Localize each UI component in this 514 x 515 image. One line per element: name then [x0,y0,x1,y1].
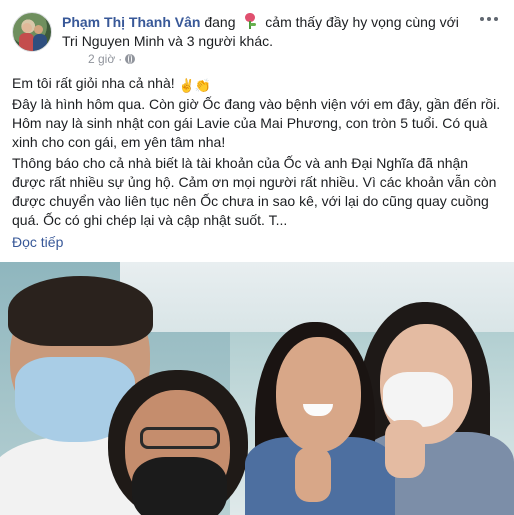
separator-dot: · [118,52,123,66]
photo-thumbs-up-1 [295,447,331,502]
post-line-1: Em tôi rất giỏi nha cả nhà! ✌👏 [12,74,502,95]
avatar-body-2 [33,34,47,51]
author-name[interactable]: Phạm Thị Thanh Vân [62,14,200,30]
facebook-post: Phạm Thị Thanh Vân đang cảm thấy đầy hy … [0,0,514,515]
globe-icon[interactable] [125,54,136,64]
post-line-1-text: Em tôi rất giỏi nha cả nhà! [12,75,175,91]
post-meta: 2 giờ · [88,52,136,66]
victory-clap-emoji-icon: ✌👏 [178,78,211,93]
photo-person-2-mask [132,457,227,515]
photo-person-3-face [276,337,361,452]
more-options-icon[interactable] [480,14,500,24]
author-avatar[interactable] [12,12,52,52]
avatar-person-2 [34,25,43,34]
timestamp[interactable]: 2 giờ [88,52,115,66]
photo-person-1-hair [8,276,153,346]
post-paragraph-2: Đây là hình hôm qua. Còn giờ Ốc đang vào… [12,96,501,150]
post-paragraph-3: Thông báo cho cả nhà biết là tài khoản c… [12,155,497,228]
post-header: Phạm Thị Thanh Vân đang cảm thấy đầy hy … [62,13,459,31]
avatar-person-1 [22,23,32,33]
photo-thumbs-up-2 [385,420,425,478]
status-prefix: đang [204,14,236,30]
post-photo[interactable] [0,262,514,515]
photo-person-2-glasses [140,427,220,449]
read-more-link[interactable]: Đọc tiếp [12,234,63,250]
feeling-text[interactable]: cảm thấy đầy hy vọng cùng với [265,14,459,30]
avatar-body-1 [19,33,34,51]
tulip-icon [243,13,257,29]
photo-person-4-mask [383,372,453,427]
tagged-people[interactable]: Tri Nguyen Minh và 3 người khác. [62,32,273,50]
